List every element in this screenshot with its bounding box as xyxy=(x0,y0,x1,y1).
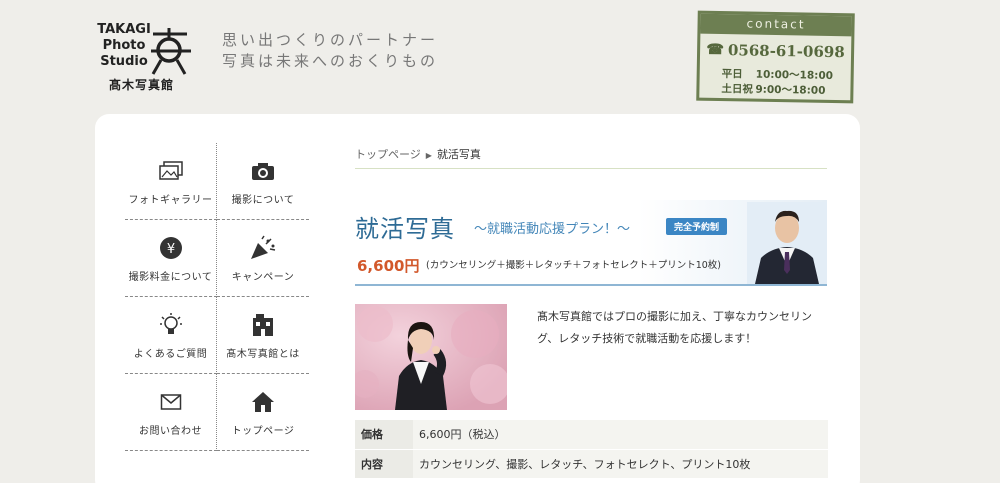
logo-subtitle: 髙木写真館 xyxy=(109,78,175,92)
table-row: 価格 6,600円（税込） xyxy=(355,420,828,450)
tagline-line-2: 写真は未来へのおくりもの xyxy=(222,52,439,70)
plan-info-table: 価格 6,600円（税込） 内容 カウンセリング、撮影、レタッチ、フォトセレクト… xyxy=(355,420,828,479)
banner-price-detail: (カウンセリング＋撮影＋レタッチ＋フォトセレクト＋プリント10枚) xyxy=(426,260,722,271)
table-cell: 6,600円（税込） xyxy=(413,420,828,450)
table-cell: カウンセリング、撮影、レタッチ、フォトセレクト、プリント10枚 xyxy=(413,449,828,479)
nav-item-faq[interactable]: よくあるご質問 xyxy=(125,297,217,374)
telephone-icon: ☎ xyxy=(706,41,725,59)
nav-item-campaign[interactable]: キャンペーン xyxy=(217,220,309,297)
nav-item-about-shooting[interactable]: 撮影について xyxy=(217,143,309,220)
contact-box[interactable]: contact ☎ 0568-61-0698 平日 10:00〜18:00 土日祝… xyxy=(696,10,855,104)
mail-icon xyxy=(160,388,182,416)
breadcrumb-current: 就活写真 xyxy=(436,148,481,161)
banner-subtitle: 〜就職活動応援プラン！〜 xyxy=(474,222,631,237)
businessman-photo xyxy=(747,202,827,284)
tagline: 思い出つくりのパートナー 写真は未来へのおくりもの xyxy=(222,30,438,72)
applicant-photo xyxy=(355,304,507,410)
reservation-badge: 完全予約制 xyxy=(666,218,728,235)
logo-camera-mark xyxy=(151,28,191,75)
nav-item-top-page[interactable]: トップページ xyxy=(217,374,309,451)
breadcrumb-separator-icon: ▶ xyxy=(425,151,432,160)
tel-number: 0568-61-0698 xyxy=(727,41,845,62)
party-popper-icon xyxy=(248,234,278,262)
table-header-cell: 価格 xyxy=(355,420,413,450)
svg-text:¥: ¥ xyxy=(166,242,174,257)
tagline-line-1: 思い出つくりのパートナー xyxy=(222,31,439,49)
lightbulb-icon xyxy=(158,311,184,339)
hours-row: 土日祝 9:00〜18:00 xyxy=(721,83,826,97)
table-header-cell: 内容 xyxy=(355,449,413,479)
contact-label: contact xyxy=(700,13,852,37)
home-icon xyxy=(250,388,276,416)
contact-tel[interactable]: ☎ 0568-61-0698 xyxy=(700,40,851,63)
breadcrumb: トップページ ▶ 就活写真 xyxy=(355,146,827,169)
logo[interactable]: TAKAGI Photo Studio 髙木写真館 xyxy=(95,22,195,92)
business-hours: 平日 10:00〜18:00 土日祝 9:00〜18:00 xyxy=(699,67,851,100)
table-row: 内容 カウンセリング、撮影、レタッチ、フォトセレクト、プリント10枚 xyxy=(355,449,828,479)
plan-banner: 就活写真 〜就職活動応援プラン！〜 完全予約制 6,600円 (カウンセリング＋… xyxy=(355,200,827,286)
photo-gallery-icon xyxy=(158,157,184,185)
side-nav: フォトギャラリー 撮影について ¥ 撮影料金について キャンペーン よくあるご質… xyxy=(125,143,309,451)
yen-coin-icon: ¥ xyxy=(158,234,184,262)
logo-wordmark: TAKAGI Photo Studio xyxy=(97,22,151,69)
nav-item-about-studio[interactable]: 髙木写真館とは xyxy=(217,297,309,374)
building-icon xyxy=(250,311,276,339)
camera-icon xyxy=(250,157,276,185)
breadcrumb-home-link[interactable]: トップページ xyxy=(355,148,421,161)
nav-item-contact[interactable]: お問い合わせ xyxy=(125,374,217,451)
nav-item-photo-gallery[interactable]: フォトギャラリー xyxy=(125,143,217,220)
intro-text: 髙木写真館ではプロの撮影に加え、丁寧なカウンセリング、レタッチ技術で就職活動を応… xyxy=(537,310,812,345)
banner-price: 6,600円 xyxy=(357,257,420,275)
nav-item-pricing[interactable]: ¥ 撮影料金について xyxy=(125,220,217,297)
page-title: 就活写真 xyxy=(355,215,455,243)
